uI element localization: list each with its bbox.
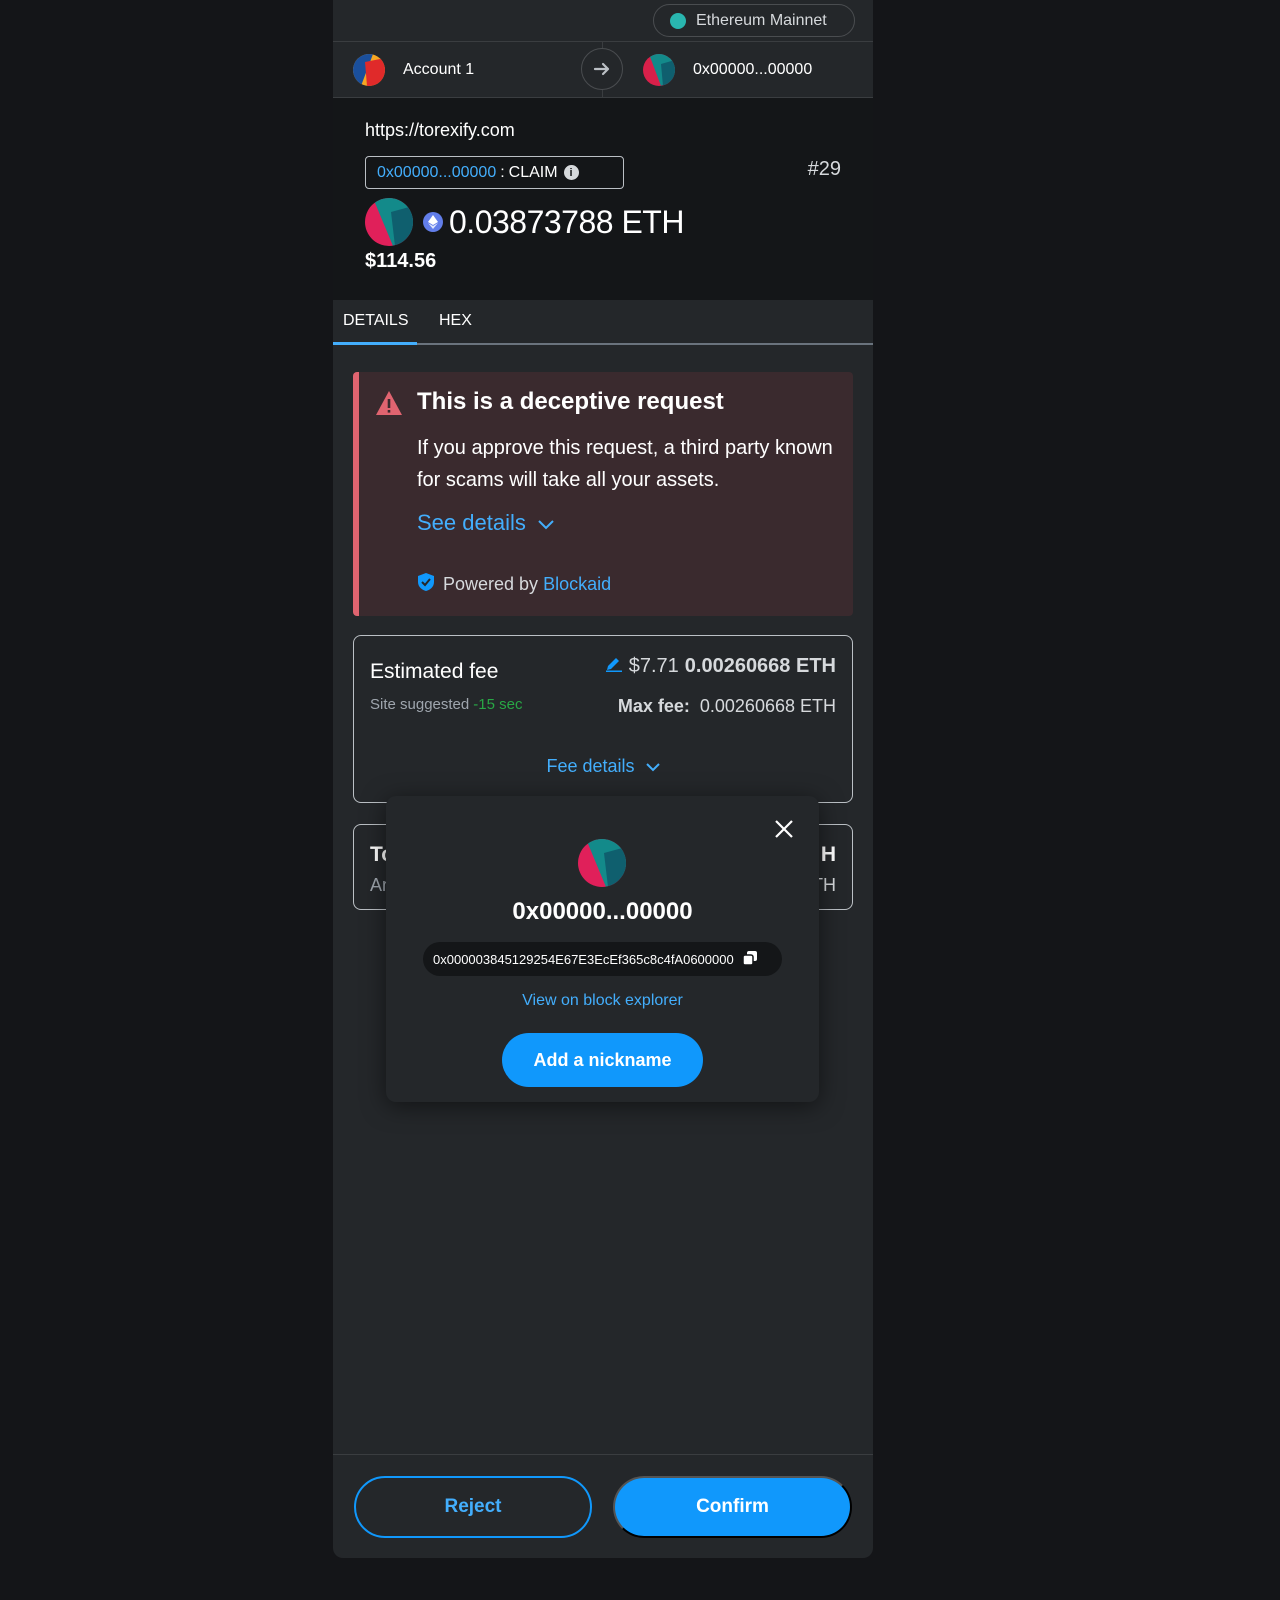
network-selector[interactable]: Ethereum Mainnet bbox=[653, 4, 855, 37]
fee-details-label: Fee details bbox=[546, 756, 635, 776]
fee-fiat: $7.71 bbox=[628, 654, 679, 677]
account-bar: Account 1 0x00000...00000 bbox=[333, 42, 873, 98]
security-alert: This is a deceptive request If you appro… bbox=[353, 372, 853, 616]
transaction-amount: 0.03873788 ETH bbox=[449, 203, 684, 240]
see-details-link[interactable]: See details bbox=[417, 510, 554, 536]
contract-address-link[interactable]: 0x00000...00000 bbox=[377, 164, 496, 182]
fee-label: Estimated fee bbox=[370, 660, 499, 683]
amount-row: 0.03873788 ETH bbox=[365, 198, 684, 246]
active-tab-indicator bbox=[333, 342, 417, 345]
alert-title: This is a deceptive request bbox=[417, 388, 724, 415]
sender-name: Account 1 bbox=[403, 61, 475, 78]
recipient-avatar bbox=[643, 54, 675, 86]
tab-hex[interactable]: HEX bbox=[439, 312, 472, 330]
block-explorer-link[interactable]: View on block explorer bbox=[386, 992, 819, 1010]
warning-icon bbox=[375, 390, 403, 421]
method-separator: : bbox=[500, 163, 505, 181]
nonce: #29 bbox=[807, 158, 841, 180]
footer-actions: Reject Confirm bbox=[333, 1454, 873, 1558]
address-popover: 0x00000...00000 0x000003845129254E67E3Ec… bbox=[386, 796, 819, 1102]
network-bar: Ethereum Mainnet bbox=[333, 0, 873, 42]
full-address-pill[interactable]: 0x000003845129254E67E3EcEf365c8c4fA06000… bbox=[423, 942, 782, 976]
chevron-down-icon bbox=[538, 510, 554, 536]
full-address: 0x000003845129254E67E3EcEf365c8c4fA06000… bbox=[433, 951, 734, 967]
fiat-amount: $114.56 bbox=[365, 250, 437, 272]
edit-pencil-icon[interactable] bbox=[605, 654, 623, 678]
metamask-window: Ethereum Mainnet Account 1 0x00000...000… bbox=[333, 0, 873, 1558]
arrow-right-icon bbox=[581, 48, 623, 90]
fee-eth: 0.00260668 ETH bbox=[684, 654, 836, 677]
blockaid-link[interactable]: Blockaid bbox=[543, 574, 611, 595]
chevron-down-icon bbox=[645, 756, 660, 776]
network-dot-icon bbox=[670, 12, 686, 29]
alert-body: If you approve this request, a third par… bbox=[417, 437, 833, 491]
info-icon[interactable]: i bbox=[563, 165, 579, 180]
sender-avatar bbox=[353, 54, 385, 86]
network-name: Ethereum Mainnet bbox=[696, 11, 827, 29]
fee-time: -15 sec bbox=[473, 696, 523, 713]
copy-icon[interactable] bbox=[741, 950, 758, 969]
reject-button[interactable]: Reject bbox=[354, 1476, 592, 1538]
site-suggested-label: Site suggested bbox=[370, 696, 470, 713]
add-nickname-button[interactable]: Add a nickname bbox=[502, 1033, 703, 1087]
fee-panel: Estimated fee Site suggested -15 sec $7.7… bbox=[353, 635, 853, 803]
fee-amount: $7.71 0.00260668 ETH bbox=[605, 654, 836, 678]
recipient-address: 0x00000...00000 bbox=[693, 61, 813, 78]
popover-avatar bbox=[578, 839, 626, 887]
powered-by-label: Powered by bbox=[443, 574, 539, 594]
recipient-account[interactable]: 0x00000...00000 bbox=[643, 54, 812, 86]
popover-title: 0x00000...00000 bbox=[512, 898, 693, 925]
total-value: H bbox=[820, 843, 836, 866]
max-fee-value: 0.00260668 ETH bbox=[699, 696, 836, 716]
max-fee-label: Max fee: bbox=[617, 696, 690, 716]
see-details-label: See details bbox=[417, 510, 526, 535]
max-fee: Max fee: 0.00260668 ETH bbox=[618, 696, 836, 717]
confirm-button[interactable]: Confirm bbox=[613, 1476, 852, 1538]
shield-check-icon bbox=[417, 572, 435, 597]
tab-details[interactable]: DETAILS bbox=[343, 312, 409, 330]
ethereum-icon bbox=[423, 212, 443, 232]
close-icon[interactable] bbox=[773, 818, 795, 840]
sender-account[interactable]: Account 1 bbox=[353, 54, 474, 86]
method-name: CLAIM bbox=[508, 163, 558, 181]
contract-avatar bbox=[365, 198, 413, 246]
site-origin: https://torexify.com bbox=[365, 120, 515, 140]
tab-bar: DETAILS HEX bbox=[333, 300, 873, 345]
fee-details-link[interactable]: Fee details bbox=[354, 756, 852, 777]
transaction-header: https://torexify.com 0x00000...00000 : C… bbox=[333, 98, 873, 300]
fee-suggestion: Site suggested -15 sec bbox=[370, 696, 522, 713]
method-badge[interactable]: 0x00000...00000 : CLAIM i bbox=[365, 156, 624, 189]
powered-by: Powered by Blockaid bbox=[417, 572, 611, 597]
